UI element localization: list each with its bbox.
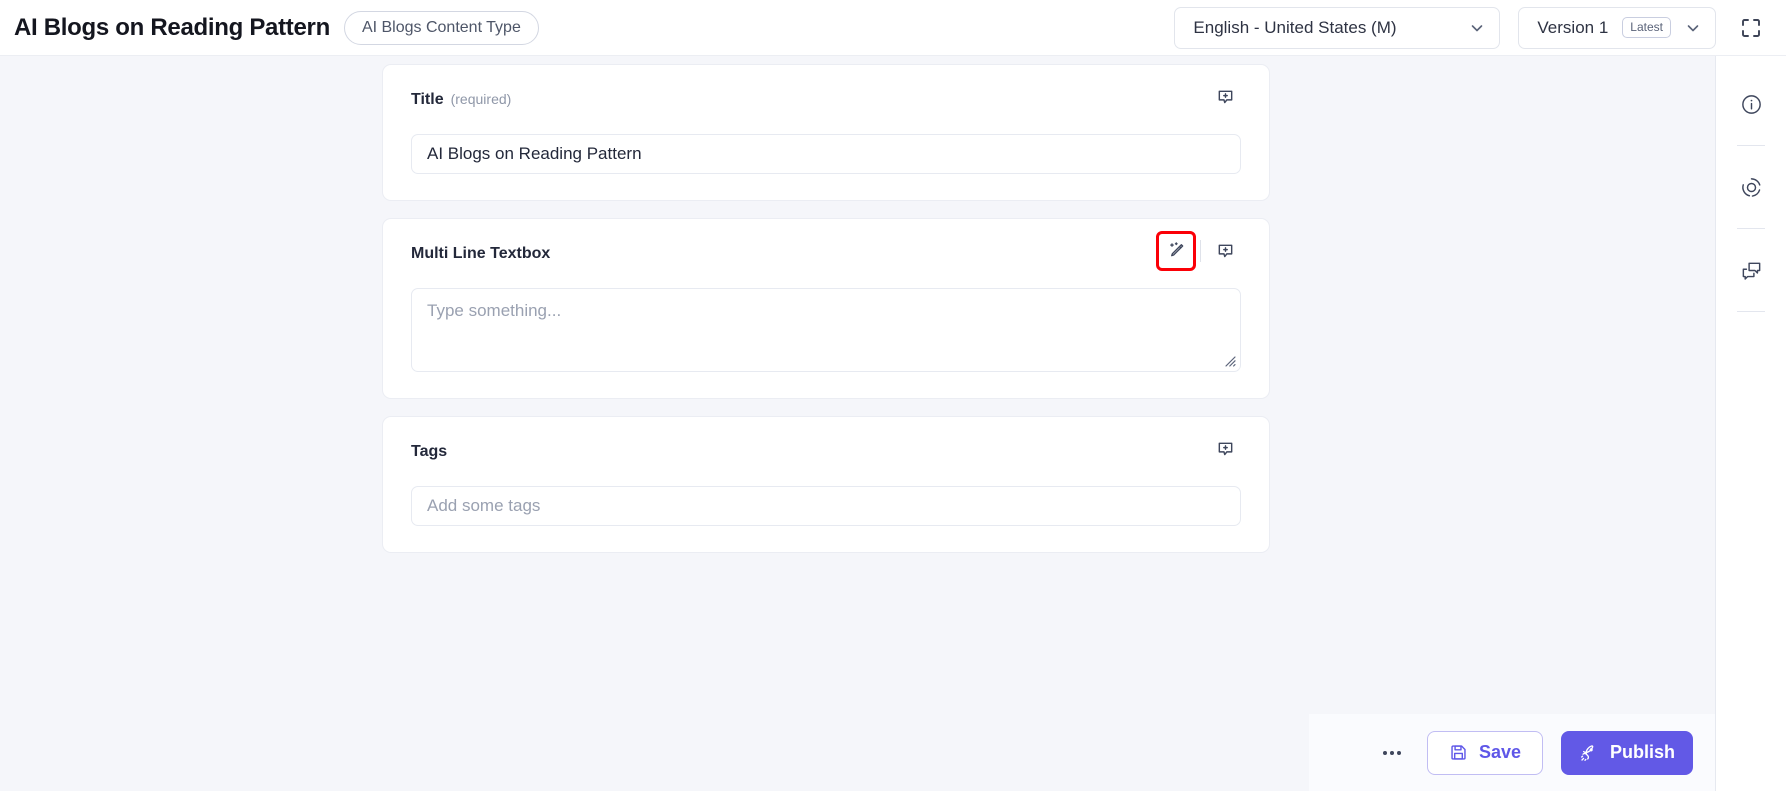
rail-item-info[interactable] [1731, 84, 1771, 124]
field-label-row: Multi Line Textbox [411, 243, 550, 265]
version-select-value: Version 1 [1537, 17, 1609, 37]
right-rail [1716, 56, 1786, 791]
title-input[interactable] [411, 134, 1241, 174]
tags-input[interactable] [411, 486, 1241, 526]
field-card-actions [1209, 81, 1241, 113]
save-button-label: Save [1478, 742, 1522, 762]
textarea-wrapper [411, 288, 1241, 372]
editor-action-bar: Save Publish [1309, 714, 1715, 791]
rail-item-workflow[interactable] [1731, 167, 1771, 207]
dot-icon [1383, 750, 1387, 755]
multi-line-textbox-input[interactable] [411, 288, 1241, 372]
field-label: Title [411, 91, 444, 108]
language-select[interactable]: English - United States (M) [1174, 6, 1501, 49]
content-type-chip[interactable]: AI Blogs Content Type [343, 10, 539, 45]
field-card-header: Title (required) [411, 89, 1241, 121]
body-region: Title (required) AI Blogs on Reading Pat… [0, 56, 1786, 791]
more-options-button[interactable] [1375, 736, 1409, 770]
field-card-multi-line-textbox: Multi Line Textbox [382, 218, 1270, 399]
rail-divider [1737, 311, 1765, 312]
header-left-group: AI Blogs on Reading Pattern AI Blogs Con… [0, 10, 539, 45]
add-comment-icon[interactable] [1209, 81, 1241, 113]
field-label-row: Tags [411, 441, 447, 463]
field-required-note: (required) [450, 91, 512, 107]
rail-divider [1737, 228, 1765, 229]
field-card-actions [1209, 433, 1241, 465]
add-comment-icon[interactable] [1209, 433, 1241, 465]
actions-divider [1200, 240, 1201, 262]
chevron-down-icon [1469, 20, 1485, 36]
rail-item-comments[interactable] [1731, 250, 1771, 290]
publish-button[interactable]: Publish [1561, 730, 1693, 775]
fullscreen-expand-icon[interactable] [1734, 11, 1768, 45]
field-card-tags: Tags [382, 416, 1270, 553]
version-select[interactable]: Version 1 Latest [1518, 6, 1716, 49]
field-card-header: Tags [411, 441, 1241, 473]
page-title: AI Blogs on Reading Pattern [14, 13, 330, 41]
field-label: Multi Line Textbox [411, 245, 551, 262]
field-card-actions [1156, 231, 1241, 271]
field-label: Tags [411, 443, 448, 460]
status-badge: Latest [1622, 17, 1671, 38]
app-header: AI Blogs on Reading Pattern AI Blogs Con… [0, 0, 1786, 56]
publish-button-label: Publish [1610, 742, 1676, 762]
field-card-header: Multi Line Textbox [411, 231, 1241, 275]
field-label-row: Title (required) [411, 89, 511, 111]
rail-divider [1737, 145, 1765, 146]
form-scroll-area: Title (required) AI Blogs on Reading Pat… [0, 56, 1716, 791]
floppy-disk-save-icon [1449, 743, 1468, 762]
dot-icon [1397, 750, 1401, 755]
chevron-down-icon [1685, 20, 1701, 36]
field-card-list: Title (required) AI Blogs on Reading Pat… [382, 64, 1270, 570]
field-card-title: Title (required) [382, 64, 1270, 201]
header-right-group: English - United States (M) Version 1 La… [1174, 6, 1786, 49]
magic-wand-pen-icon[interactable] [1156, 231, 1196, 271]
add-comment-icon[interactable] [1209, 235, 1241, 267]
content-editor-page: AI Blogs on Reading Pattern AI Blogs Con… [0, 0, 1786, 791]
dot-icon [1390, 750, 1394, 755]
language-select-value: English - United States (M) [1193, 17, 1397, 37]
rocket-icon [1579, 743, 1599, 763]
save-button[interactable]: Save [1427, 730, 1543, 775]
